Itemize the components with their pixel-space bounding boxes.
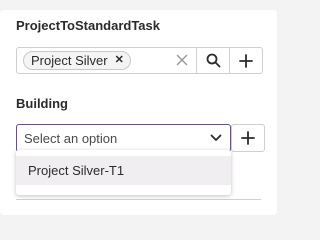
building-field-label: Building [16, 96, 68, 111]
project-multiselect-input[interactable]: Project Silver ✕ [16, 47, 197, 74]
option-label: Project Silver-T1 [28, 163, 125, 178]
search-icon [206, 53, 220, 68]
chevron-down-icon[interactable] [210, 133, 222, 143]
next-field-border [16, 199, 261, 200]
building-dropdown: Project Silver-T1 [16, 150, 231, 195]
plus-icon [241, 131, 255, 145]
add-project-button[interactable] [229, 47, 263, 74]
clear-icon[interactable] [176, 54, 188, 66]
project-field-label: ProjectToStandardTask [16, 18, 160, 33]
chip-remove-icon[interactable]: ✕ [115, 55, 124, 66]
chip-label: Project Silver [31, 53, 108, 68]
building-select[interactable]: Select an option [16, 124, 231, 152]
add-building-button[interactable] [231, 124, 265, 152]
dropdown-option[interactable]: Project Silver-T1 [16, 156, 231, 185]
search-button[interactable] [196, 47, 230, 74]
select-placeholder: Select an option [24, 130, 118, 146]
plus-icon [239, 53, 253, 68]
selected-chip: Project Silver ✕ [23, 51, 131, 70]
